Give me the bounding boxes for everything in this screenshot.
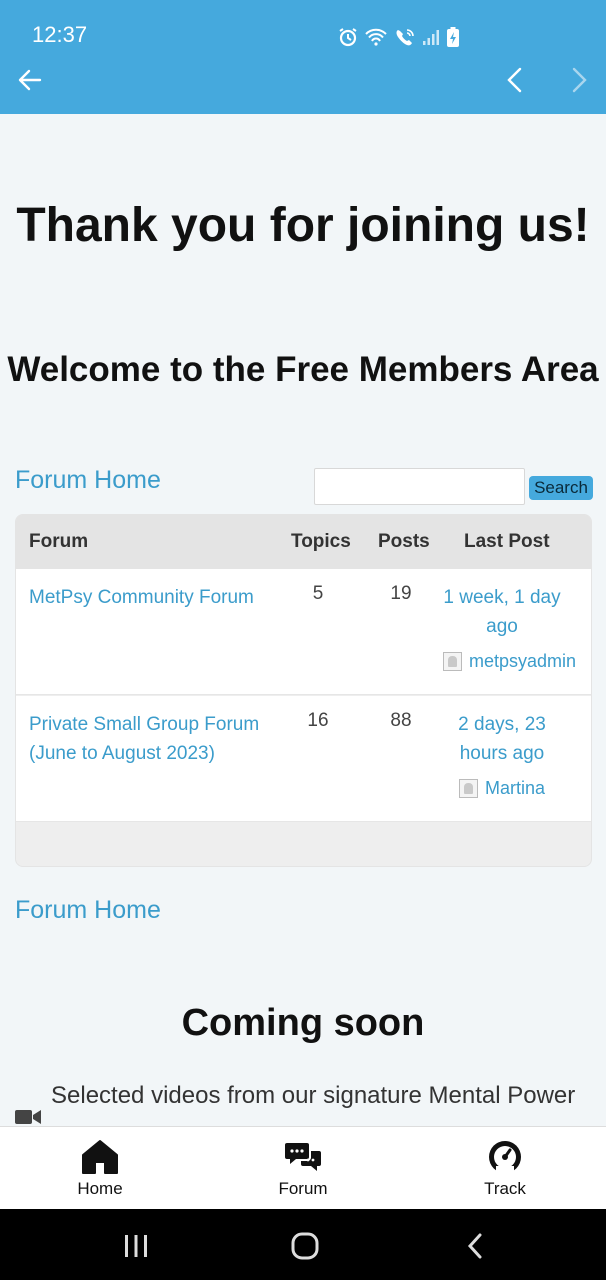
author-name[interactable]: metpsyadmin <box>469 651 576 672</box>
forum-link[interactable]: Private Small Group Forum (June to Augus… <box>29 710 279 768</box>
coming-soon-text: Selected videos from our signature Menta… <box>51 1082 576 1109</box>
signal-icon <box>423 30 439 45</box>
last-post-author[interactable]: metpsyadmin <box>443 651 576 672</box>
forum-search-input[interactable] <box>314 468 525 505</box>
recent-apps-icon[interactable] <box>122 1233 150 1259</box>
wifi-icon <box>365 28 387 46</box>
system-nav-bar <box>0 1209 606 1280</box>
avatar <box>443 652 462 671</box>
nav-home-label: Home <box>77 1179 123 1198</box>
battery-charging-icon <box>447 27 459 47</box>
table-header: Forum Topics Posts Last Post <box>16 515 591 569</box>
nav-home[interactable]: Home <box>40 1139 160 1199</box>
system-back-icon[interactable] <box>464 1231 486 1261</box>
speedometer-icon <box>489 1141 521 1174</box>
status-icons <box>338 26 460 48</box>
col-posts: Posts <box>378 531 430 552</box>
back-arrow-icon[interactable] <box>16 66 44 94</box>
nav-forum[interactable]: Forum <box>243 1139 363 1199</box>
nav-track[interactable]: Track <box>445 1139 565 1199</box>
nav-forum-label: Forum <box>278 1179 328 1198</box>
posts-count: 88 <box>390 710 412 731</box>
col-topics: Topics <box>291 531 351 552</box>
topics-count: 16 <box>307 710 329 731</box>
video-camera-icon <box>15 1110 41 1124</box>
bottom-nav: Home Forum Track <box>0 1126 606 1209</box>
table-row: Private Small Group Forum (June to Augus… <box>16 696 591 822</box>
page-title: Thank you for joining us! <box>16 199 590 252</box>
forum-home-link-bottom[interactable]: Forum Home <box>15 896 161 925</box>
topics-count: 5 <box>312 583 324 604</box>
author-name[interactable]: Martina <box>485 778 545 799</box>
last-post-link[interactable]: 1 week, 1 day ago <box>441 583 563 641</box>
main-content[interactable]: Thank you for joining us! Welcome to the… <box>0 114 606 1126</box>
alarm-icon <box>339 28 357 47</box>
wifi-call-icon <box>396 29 414 46</box>
status-time: 12:37 <box>32 22 88 47</box>
last-post-link[interactable]: 2 days, 23 hours ago <box>441 710 563 768</box>
col-last-post: Last Post <box>464 531 550 552</box>
forum-link[interactable]: MetPsy Community Forum <box>29 583 279 612</box>
posts-count: 19 <box>390 583 412 604</box>
nav-track-label: Track <box>484 1179 526 1198</box>
chevron-right-icon[interactable] <box>567 66 591 94</box>
home-icon <box>82 1140 118 1174</box>
forum-table: Forum Topics Posts Last Post MetPsy Comm… <box>15 514 592 867</box>
chat-bubbles-icon <box>285 1143 321 1171</box>
search-button[interactable]: Search <box>529 476 593 500</box>
col-forum: Forum <box>29 531 89 552</box>
coming-soon-title: Coming soon <box>181 1002 425 1044</box>
chevron-left-icon[interactable] <box>503 66 527 94</box>
page-subtitle: Welcome to the Free Members Area <box>7 350 599 389</box>
table-row: MetPsy Community Forum 5 19 1 week, 1 da… <box>16 569 591 695</box>
avatar <box>459 779 478 798</box>
last-post-author[interactable]: Martina <box>459 778 545 799</box>
home-circle-icon[interactable] <box>290 1231 320 1261</box>
app-header: 12:37 <box>0 0 606 114</box>
forum-home-link-top[interactable]: Forum Home <box>15 466 161 495</box>
